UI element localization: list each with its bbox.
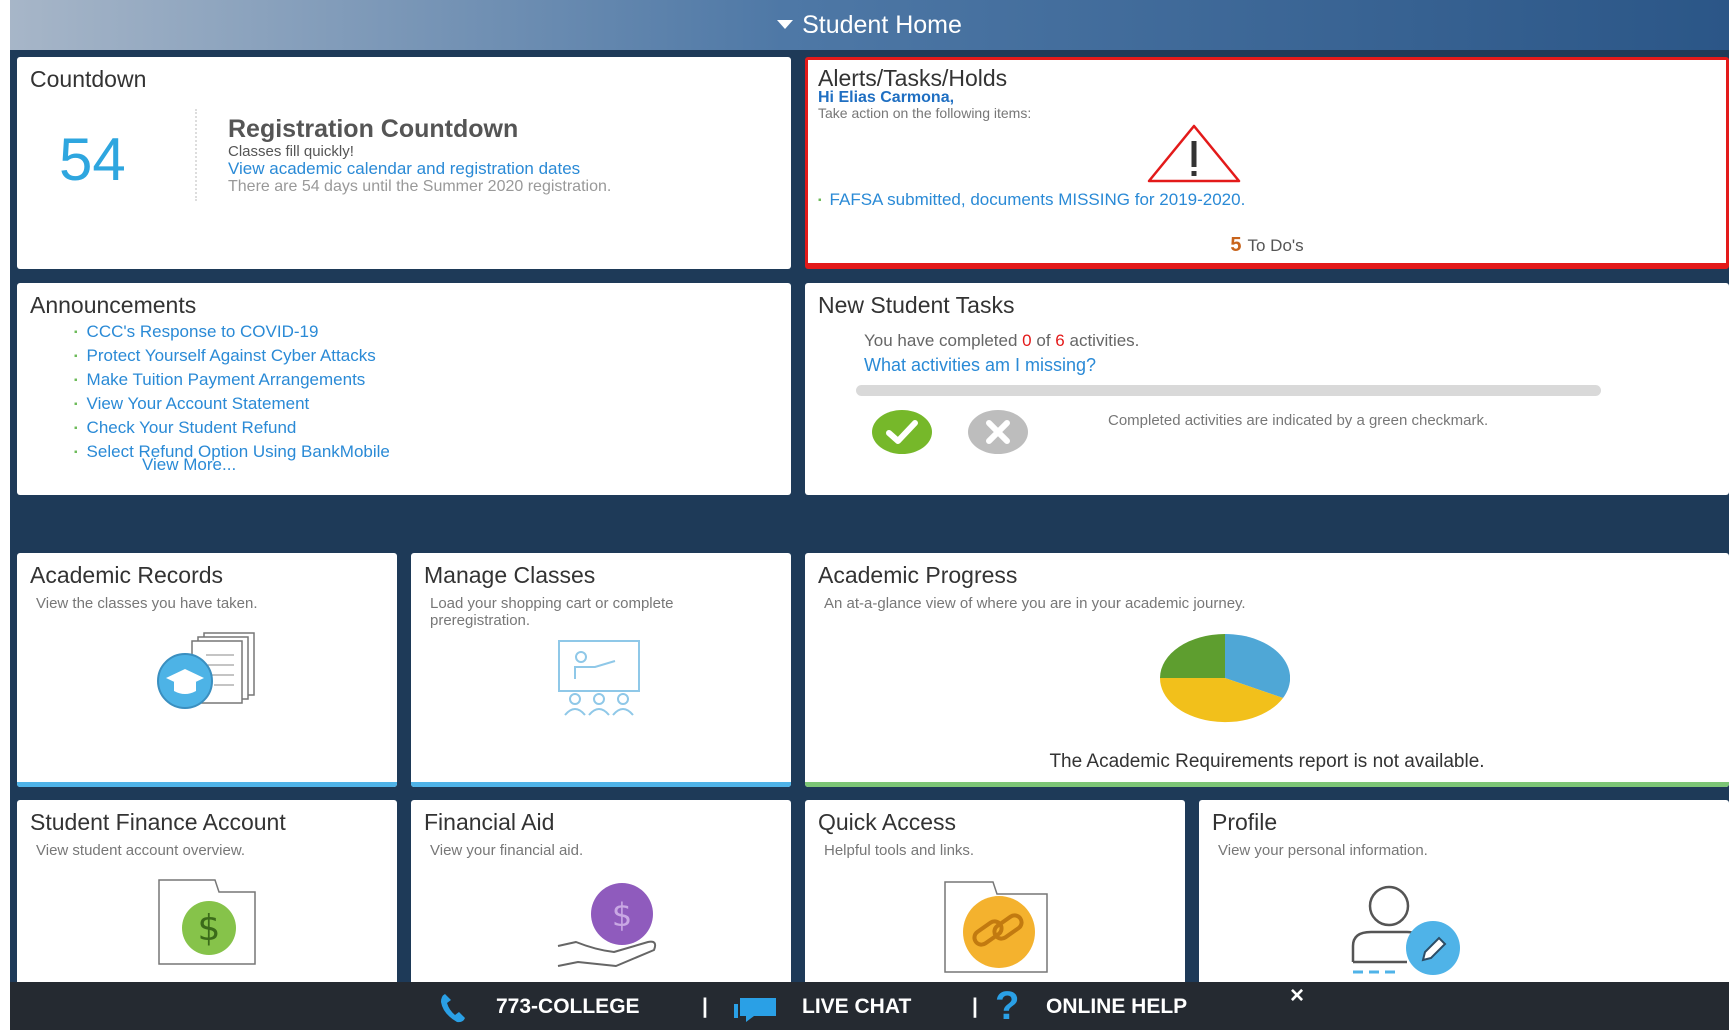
financial-aid-tile[interactable]: Financial Aid View your financial aid. $ bbox=[411, 800, 791, 982]
alerts-tile: Alerts/Tasks/Holds Hi Elias Carmona, Tak… bbox=[805, 57, 1729, 269]
svg-text:$: $ bbox=[198, 908, 221, 949]
quick-access-tile[interactable]: Quick Access Helpful tools and links. bbox=[805, 800, 1185, 982]
tasks-title: New Student Tasks bbox=[818, 292, 1015, 318]
announcement-list: CCC's Response to COVID-19 Protect Yours… bbox=[74, 322, 390, 466]
tasks-legend: Completed activities are indicated by a … bbox=[1108, 412, 1489, 429]
alerts-instruction: Take action on the following items: bbox=[818, 105, 1032, 121]
countdown-number: 54 bbox=[59, 126, 126, 193]
page-header[interactable]: Student Home bbox=[10, 0, 1729, 50]
chat-bubbles-icon[interactable] bbox=[732, 994, 778, 1024]
text-pre: You have completed bbox=[864, 331, 1018, 350]
student-home-frame: Student Home Countdown 54 Registration C… bbox=[10, 0, 1729, 1030]
green-checkmark-icon bbox=[872, 410, 932, 454]
countdown-divider bbox=[195, 109, 197, 201]
announcement-item[interactable]: Check Your Student Refund bbox=[74, 418, 390, 442]
todo-label: To Do's bbox=[1247, 236, 1304, 255]
hand-coin-icon: $ bbox=[557, 883, 657, 967]
calendar-link[interactable]: View academic calendar and registration … bbox=[228, 159, 580, 179]
profile-tile[interactable]: Profile View your personal information. bbox=[1199, 800, 1729, 982]
announcement-item[interactable]: View Your Account Statement bbox=[74, 394, 390, 418]
page-title[interactable]: Student Home bbox=[10, 11, 1729, 40]
tile-title: Financial Aid bbox=[424, 809, 555, 835]
missing-activities-link[interactable]: What activities am I missing? bbox=[864, 355, 1096, 376]
presentation-board-icon bbox=[558, 640, 640, 716]
footer-separator: | bbox=[702, 995, 708, 1018]
tasks-progress-text: You have completed 0 of 6 activities. bbox=[864, 331, 1139, 351]
countdown-subtitle: Classes fill quickly! bbox=[228, 143, 354, 160]
phone-icon[interactable] bbox=[439, 992, 467, 1024]
tile-description: View your personal information. bbox=[1218, 842, 1428, 859]
close-icon[interactable]: × bbox=[1290, 982, 1304, 1010]
tile-description: View your financial aid. bbox=[430, 842, 584, 859]
countdown-note: There are 54 days until the Summer 2020 … bbox=[228, 178, 612, 195]
footer-separator: | bbox=[972, 995, 978, 1018]
countdown-heading: Registration Countdown bbox=[228, 115, 519, 143]
phone-number[interactable]: 773-COLLEGE bbox=[496, 995, 640, 1019]
announcement-item[interactable]: CCC's Response to COVID-19 bbox=[74, 322, 390, 346]
tile-description: View the classes you have taken. bbox=[36, 595, 258, 612]
bullet: ▪ bbox=[818, 195, 822, 206]
tile-title: Quick Access bbox=[818, 809, 957, 835]
alerts-item-text: FAFSA submitted, documents MISSING for 2… bbox=[829, 190, 1246, 209]
text-mid: of bbox=[1036, 331, 1051, 350]
tile-title: Student Finance Account bbox=[30, 809, 286, 835]
countdown-tile: Countdown 54 Registration Countdown Clas… bbox=[17, 57, 791, 269]
countdown-title: Countdown bbox=[30, 66, 147, 92]
user-edit-icon bbox=[1351, 885, 1460, 975]
dollar-folder-icon: $ bbox=[158, 879, 256, 965]
tile-description: Helpful tools and links. bbox=[824, 842, 975, 859]
tile-title: Profile bbox=[1212, 809, 1278, 835]
alerts-title: Alerts/Tasks/Holds bbox=[818, 65, 1008, 91]
view-more-link[interactable]: View More... bbox=[142, 455, 236, 475]
manage-classes-tile[interactable]: Manage Classes Load your shopping cart o… bbox=[411, 553, 791, 787]
gray-x-icon bbox=[968, 410, 1028, 454]
tile-accent-bar bbox=[805, 782, 1729, 787]
todo-summary[interactable]: 5 To Do's bbox=[808, 234, 1726, 257]
tile-title: Academic Records bbox=[30, 562, 224, 588]
new-student-tasks-tile: New Student Tasks You have completed 0 o… bbox=[805, 283, 1729, 495]
documents-graduation-cap-icon bbox=[157, 632, 255, 709]
tile-title: Manage Classes bbox=[424, 562, 596, 588]
live-chat-link[interactable]: LIVE CHAT bbox=[802, 995, 911, 1019]
tile-accent-bar bbox=[411, 782, 791, 787]
todo-count: 5 bbox=[1230, 234, 1242, 256]
question-mark-icon[interactable]: ? bbox=[995, 984, 1019, 1029]
help-footer: 773-COLLEGE | LIVE CHAT | ? ONLINE HELP … bbox=[10, 982, 1729, 1030]
completed-count: 0 bbox=[1022, 331, 1032, 350]
pie-chart-icon bbox=[1160, 634, 1290, 723]
warning-triangle-icon bbox=[1147, 124, 1241, 183]
tile-accent-bar bbox=[17, 782, 397, 787]
total-count: 6 bbox=[1055, 331, 1065, 350]
caret-down-icon[interactable] bbox=[777, 20, 794, 29]
announcements-tile: Announcements CCC's Response to COVID-19… bbox=[17, 283, 791, 495]
academic-progress-note: The Academic Requirements report is not … bbox=[1049, 751, 1485, 772]
announcements-title: Announcements bbox=[30, 292, 197, 318]
announcement-item[interactable]: Make Tuition Payment Arrangements bbox=[74, 370, 390, 394]
tile-title: Academic Progress bbox=[818, 562, 1018, 588]
text-post: activities. bbox=[1069, 331, 1140, 350]
folder-link-icon bbox=[944, 881, 1048, 973]
alerts-item[interactable]: ▪ FAFSA submitted, documents MISSING for … bbox=[818, 190, 1245, 210]
online-help-link[interactable]: ONLINE HELP bbox=[1046, 995, 1187, 1019]
tile-description: Load your shopping cart or complete prer… bbox=[430, 595, 674, 629]
svg-text:$: $ bbox=[612, 896, 632, 934]
announcement-item[interactable]: Protect Yourself Against Cyber Attacks bbox=[74, 346, 390, 370]
tile-description: View student account overview. bbox=[36, 842, 246, 859]
student-finance-tile[interactable]: Student Finance Account View student acc… bbox=[17, 800, 397, 982]
tasks-progress-bar bbox=[856, 385, 1601, 396]
academic-records-tile[interactable]: Academic Records View the classes you ha… bbox=[17, 553, 397, 787]
academic-progress-tile[interactable]: Academic Progress An at-a-glance view of… bbox=[805, 553, 1729, 787]
page-title-text: Student Home bbox=[802, 11, 962, 39]
tile-description: An at-a-glance view of where you are in … bbox=[824, 595, 1246, 612]
